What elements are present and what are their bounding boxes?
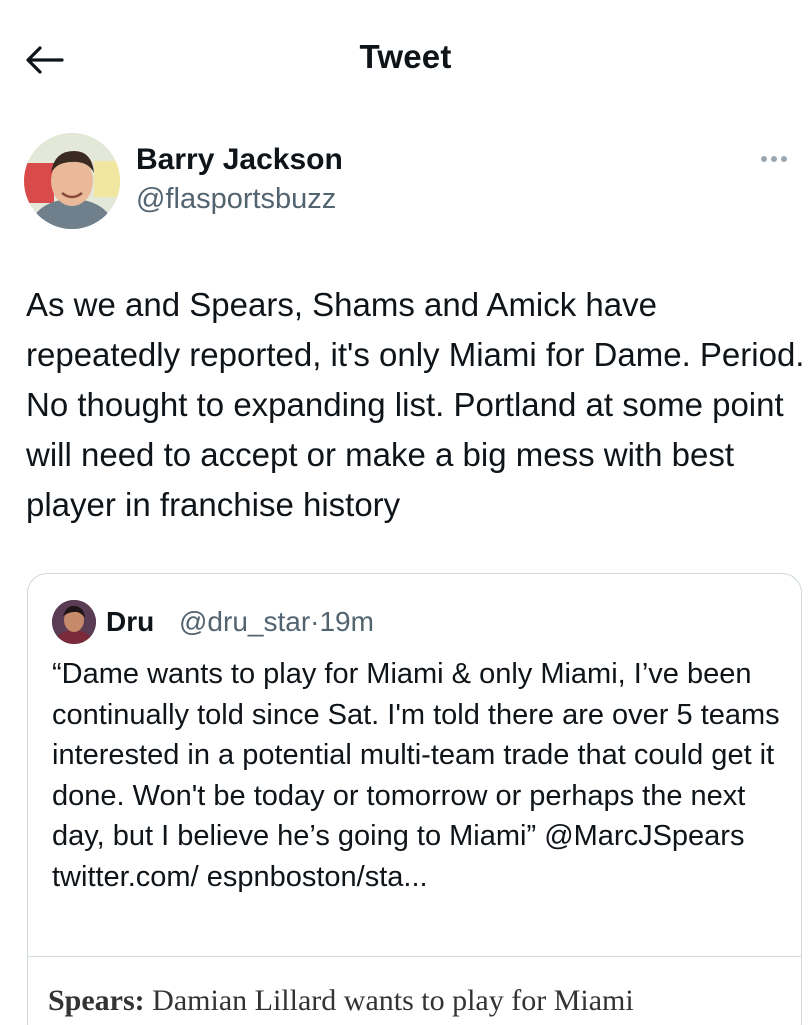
tweet-text: As we and Spears, Shams and Amick have r… — [26, 286, 805, 523]
page-title: Tweet — [359, 38, 452, 75]
quoted-tweet-card[interactable]: Dru @dru_star·19m “Dame wants to play fo… — [27, 573, 802, 1025]
tweet-author: Barry Jackson @flasportsbuzz — [24, 133, 794, 229]
author-handle[interactable]: @flasportsbuzz — [136, 183, 336, 216]
link-preview-title[interactable]: Spears: Damian Lillard wants to play for… — [48, 984, 634, 1018]
more-options-button[interactable] — [754, 147, 794, 171]
avatar[interactable] — [24, 133, 120, 229]
divider — [28, 956, 801, 957]
quoted-tweet-header: Dru @dru_star·19m — [52, 600, 772, 644]
quoted-avatar — [52, 600, 96, 644]
more-horizontal-icon — [771, 156, 777, 162]
quoted-tweet-text: “Dame wants to play for Miami & only Mia… — [52, 658, 780, 893]
more-horizontal-icon — [781, 156, 787, 162]
quoted-author-name: Dru — [106, 606, 155, 637]
more-horizontal-icon — [761, 156, 767, 162]
author-name[interactable]: Barry Jackson — [136, 143, 343, 177]
quoted-author-meta: @dru_star·19m — [179, 606, 374, 638]
link-preview-text: Damian Lillard wants to play for Miami — [152, 984, 634, 1017]
link-preview-label: Spears: — [48, 984, 145, 1017]
quoted-author-handle: @dru_star — [179, 606, 311, 637]
quoted-time: 19m — [319, 606, 374, 637]
top-bar: Tweet — [0, 0, 811, 120]
